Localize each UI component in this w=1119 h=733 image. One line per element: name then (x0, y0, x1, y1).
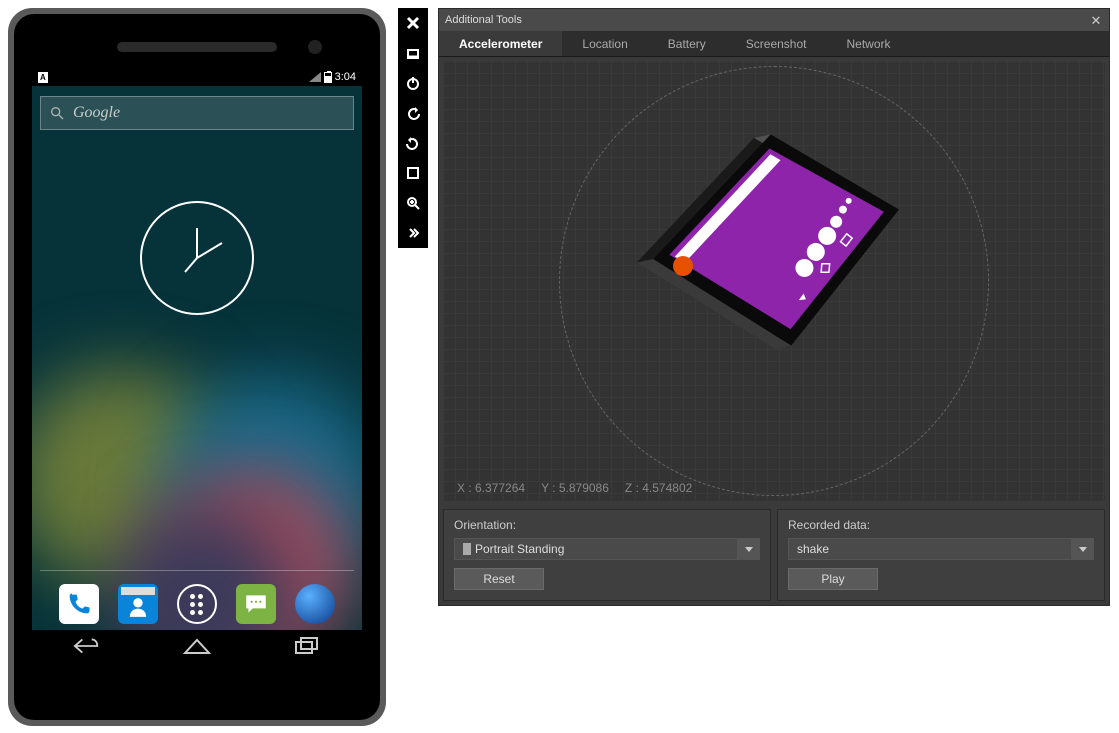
phone-portrait-icon (463, 543, 471, 555)
orientation-label: Orientation: (454, 518, 760, 532)
additional-tools-panel: Additional Tools ✕ Accelerometer Locatio… (438, 8, 1110, 606)
tab-location[interactable]: Location (562, 31, 647, 56)
messaging-app-icon[interactable] (236, 584, 276, 624)
accelerometer-canvas[interactable]: X : 6.377264 Y : 5.879086 Z : 4.574802 (443, 61, 1105, 501)
back-button[interactable] (73, 637, 101, 660)
status-right: 3:04 (309, 71, 356, 83)
coord-z: Z : 4.574802 (625, 481, 692, 495)
coordinate-readout: X : 6.377264 Y : 5.879086 Z : 4.574802 (457, 481, 692, 495)
recorded-group: Recorded data: shake Play (777, 509, 1105, 601)
controls-row: Orientation: Portrait Standing Reset Rec… (439, 505, 1109, 605)
search-icon (49, 105, 65, 121)
recorded-label: Recorded data: (788, 518, 1094, 532)
panel-close-button[interactable]: ✕ (1089, 13, 1103, 27)
emulator-toolbar (398, 8, 428, 248)
navigation-bar (32, 630, 362, 666)
3d-pivot-handle[interactable] (673, 256, 693, 276)
power-button[interactable] (398, 68, 428, 98)
panel-title: Additional Tools (445, 14, 522, 26)
play-button[interactable]: Play (788, 568, 878, 590)
orientation-select[interactable]: Portrait Standing (454, 538, 760, 560)
emulator-device: A 3:04 Google (8, 8, 386, 726)
phone-app-icon[interactable] (59, 584, 99, 624)
browser-app-icon[interactable] (295, 584, 335, 624)
front-camera (308, 40, 322, 54)
dock-divider (40, 570, 354, 571)
phone-body: A 3:04 Google (14, 14, 380, 720)
tab-battery[interactable]: Battery (648, 31, 726, 56)
clock-text: 3:04 (335, 71, 356, 83)
chevron-down-icon[interactable] (1072, 538, 1094, 560)
speaker-grille (117, 42, 277, 52)
rotate-left-button[interactable] (398, 98, 428, 128)
close-button[interactable] (398, 8, 428, 38)
home-button[interactable] (182, 637, 212, 660)
zoom-button[interactable] (398, 188, 428, 218)
panel-header: Additional Tools ✕ (439, 9, 1109, 31)
fit-screen-button[interactable] (398, 158, 428, 188)
orientation-value: Portrait Standing (454, 538, 738, 560)
tab-network[interactable]: Network (826, 31, 910, 56)
orientation-group: Orientation: Portrait Standing Reset (443, 509, 771, 601)
tab-accelerometer[interactable]: Accelerometer (439, 31, 562, 56)
app-drawer-icon[interactable] (177, 584, 217, 624)
tab-screenshot[interactable]: Screenshot (726, 31, 827, 56)
rotate-right-button[interactable] (398, 128, 428, 158)
analog-clock-widget[interactable] (137, 198, 257, 323)
status-bar: A 3:04 (32, 68, 362, 86)
dock (32, 584, 362, 624)
reset-button[interactable]: Reset (454, 568, 544, 590)
status-left: A (38, 71, 48, 83)
recorded-select[interactable]: shake (788, 538, 1094, 560)
search-placeholder: Google (73, 104, 120, 122)
chevron-down-icon[interactable] (738, 538, 760, 560)
keyboard-indicator: A (38, 72, 48, 83)
minimize-button[interactable] (398, 38, 428, 68)
panel-tabs: Accelerometer Location Battery Screensho… (439, 31, 1109, 57)
recorded-value: shake (788, 538, 1072, 560)
recent-button[interactable] (293, 637, 321, 660)
coord-x: X : 6.377264 (457, 481, 525, 495)
phone-screen[interactable]: A 3:04 Google (32, 68, 362, 666)
signal-icon (309, 72, 321, 82)
google-search-widget[interactable]: Google (40, 96, 354, 130)
battery-icon (324, 72, 332, 83)
coord-y: Y : 5.879086 (541, 481, 609, 495)
contacts-app-icon[interactable] (118, 584, 158, 624)
more-tools-button[interactable] (398, 218, 428, 248)
